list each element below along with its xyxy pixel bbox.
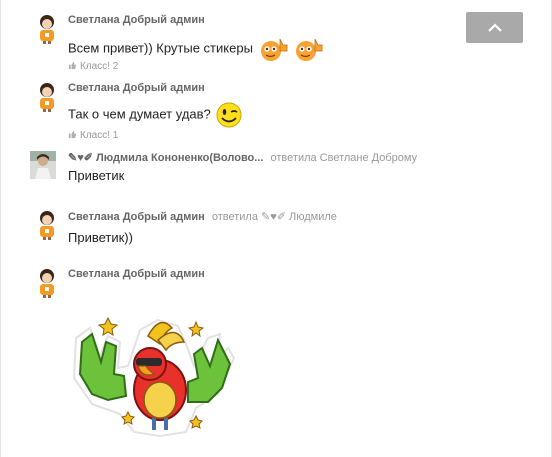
left-border bbox=[0, 0, 1, 457]
thumbs-up-smiley-icon bbox=[260, 38, 287, 61]
reply-info[interactable]: ответила ✎♥✐ Людмиле bbox=[212, 211, 337, 223]
message-text: Всем привет)) Крутые стикеры bbox=[68, 36, 324, 62]
message-author[interactable]: Светлана Добрый админ ответила ✎♥✐ Людми… bbox=[68, 210, 337, 223]
thumb-up-icon bbox=[68, 130, 77, 139]
avatar[interactable] bbox=[36, 14, 58, 44]
author-name[interactable]: Людмила Кононенко(Волово... bbox=[96, 152, 263, 164]
message-item: Светлана Добрый админ bbox=[36, 268, 542, 448]
message-item: Светлана Добрый админ ответила ✎♥✐ Людми… bbox=[36, 210, 542, 250]
heart-decoration-icon: ✎♥✐ bbox=[68, 152, 93, 164]
author-name[interactable]: Светлана Добрый админ bbox=[68, 211, 205, 223]
message-text-content: Всем привет)) Крутые стикеры bbox=[68, 40, 253, 56]
message-text: Приветик)) bbox=[68, 230, 133, 245]
message-author[interactable]: Светлана Добрый админ bbox=[68, 268, 205, 280]
like-counter[interactable]: Класс! 1 bbox=[68, 130, 118, 141]
avatar[interactable] bbox=[30, 151, 56, 179]
reply-name[interactable]: Людмиле bbox=[289, 211, 337, 223]
winking-smiley-icon bbox=[216, 102, 242, 128]
message-text: Приветик bbox=[68, 168, 125, 183]
message-text-content: Так о чем думает удав? bbox=[68, 106, 211, 122]
like-label: Класс! 1 bbox=[80, 130, 119, 141]
parrot-rock-sticker[interactable] bbox=[68, 308, 238, 438]
scroll-to-top-button[interactable] bbox=[466, 12, 523, 43]
message-author[interactable]: ✎♥✐ Людмила Кононенко(Волово... ответила… bbox=[68, 151, 417, 164]
message-item: Светлана Добрый админ Так о чем думает у… bbox=[36, 82, 542, 142]
thumb-up-icon bbox=[68, 61, 77, 70]
message-author[interactable]: Светлана Добрый админ bbox=[68, 82, 205, 94]
message-author[interactable]: Светлана Добрый админ bbox=[68, 14, 205, 26]
chevron-up-icon bbox=[487, 23, 502, 32]
like-label: Класс! 2 bbox=[80, 61, 119, 72]
avatar[interactable] bbox=[36, 82, 58, 112]
message-text: Так о чем думает удав? bbox=[68, 100, 244, 130]
heart-decoration-icon: ✎♥✐ bbox=[261, 211, 286, 223]
reply-info[interactable]: ответила Светлане Доброму bbox=[271, 152, 418, 164]
avatar[interactable] bbox=[36, 210, 58, 240]
avatar[interactable] bbox=[36, 268, 58, 298]
message-item: ✎♥✐ Людмила Кононенко(Волово... ответила… bbox=[30, 151, 542, 191]
reply-prefix: ответила bbox=[211, 211, 258, 223]
like-counter[interactable]: Класс! 2 bbox=[68, 61, 118, 72]
thumbs-up-smiley-icon bbox=[296, 38, 323, 61]
